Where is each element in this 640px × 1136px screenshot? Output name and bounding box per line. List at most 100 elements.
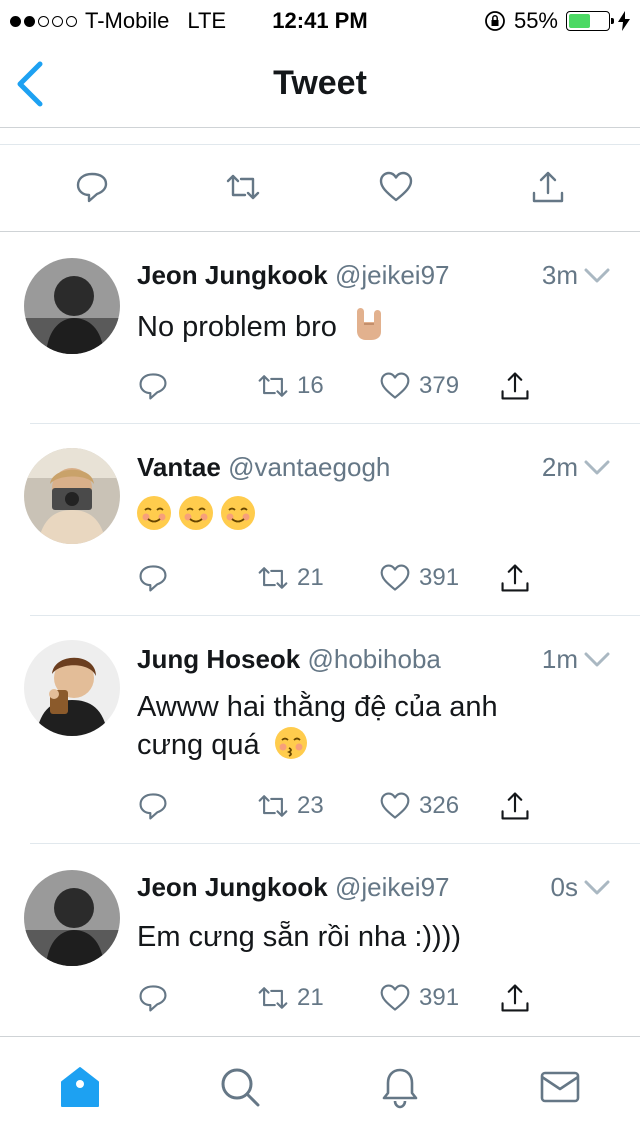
messages-icon bbox=[540, 1071, 580, 1103]
tweet-header: Jeon Jungkook @jeikei97 0s bbox=[137, 872, 640, 903]
retweet-icon bbox=[258, 567, 288, 589]
timestamp: 3m bbox=[541, 260, 578, 290]
retweet-button[interactable]: 23 bbox=[257, 786, 324, 826]
reply-icon bbox=[139, 985, 167, 1012]
notifications-icon bbox=[382, 1068, 418, 1109]
tweet-text bbox=[137, 496, 610, 534]
timestamp: 2m bbox=[541, 452, 578, 482]
heart-icon bbox=[380, 792, 410, 819]
charging-bolt-icon bbox=[618, 11, 630, 31]
tab-bar bbox=[0, 1036, 640, 1136]
status-right: 55% bbox=[484, 8, 630, 34]
like-button[interactable]: 326 bbox=[379, 786, 459, 826]
reply-button[interactable] bbox=[137, 558, 169, 598]
author-name[interactable]: Vantae bbox=[137, 452, 221, 482]
chevron-down-icon[interactable] bbox=[584, 268, 610, 284]
reply-tweet[interactable]: Jeon Jungkook @jeikei97 3m No problem br… bbox=[0, 232, 640, 424]
like-button[interactable]: 391 bbox=[379, 978, 459, 1018]
tweet-header: Vantae @vantaegogh 2m bbox=[137, 452, 640, 483]
reply-tweet[interactable]: Vantae @vantaegogh 2m 21 391 bbox=[0, 424, 640, 616]
share-button[interactable] bbox=[499, 366, 531, 406]
battery-icon bbox=[566, 11, 614, 31]
chevron-down-icon[interactable] bbox=[584, 652, 610, 668]
reply-icon bbox=[76, 172, 108, 203]
tweet-text: Em cưng sẵn rồi nha :)))) bbox=[137, 921, 462, 953]
share-button[interactable] bbox=[499, 786, 531, 826]
heart-icon bbox=[380, 564, 410, 591]
share-icon bbox=[501, 984, 529, 1012]
main-like-button[interactable] bbox=[378, 169, 414, 205]
like-button[interactable]: 391 bbox=[379, 558, 459, 598]
tab-messages[interactable] bbox=[538, 1065, 582, 1109]
avatar[interactable] bbox=[24, 870, 120, 966]
author-handle: @vantaegogh bbox=[228, 452, 391, 482]
reply-button[interactable] bbox=[137, 366, 169, 406]
page-title: Tweet bbox=[273, 64, 367, 102]
share-icon bbox=[532, 171, 564, 203]
orientation-lock-icon bbox=[485, 11, 505, 31]
like-count: 391 bbox=[419, 564, 460, 591]
tweet-header: Jeon Jungkook @jeikei97 3m bbox=[137, 260, 640, 291]
author-handle: @jeikei97 bbox=[334, 872, 450, 902]
retweet-button[interactable]: 21 bbox=[257, 978, 324, 1018]
tweet-text-content: No problem bro bbox=[137, 311, 337, 343]
retweet-count: 21 bbox=[297, 564, 324, 591]
tab-notifications[interactable] bbox=[378, 1065, 422, 1109]
avatar-photo bbox=[24, 448, 120, 544]
retweet-count: 16 bbox=[297, 372, 324, 399]
kissing-face-emoji-icon bbox=[274, 727, 307, 759]
heart-icon bbox=[380, 984, 410, 1011]
reply-tweet[interactable]: Jung Hoseok @hobihoba 1m Awww hai thằng … bbox=[0, 616, 640, 844]
tab-home[interactable] bbox=[58, 1065, 102, 1109]
timestamp: 0s bbox=[550, 872, 578, 902]
retweet-button[interactable]: 21 bbox=[257, 558, 324, 598]
tweet-actions: 16 379 bbox=[137, 366, 537, 406]
retweet-icon bbox=[258, 987, 288, 1009]
tweet-text: Awww hai thằng đệ của anh cưng quá bbox=[137, 688, 610, 764]
like-count: 326 bbox=[419, 792, 460, 819]
avatar-photo bbox=[24, 258, 120, 354]
author-name[interactable]: Jeon Jungkook bbox=[137, 872, 328, 902]
tweet-actions: 23 326 bbox=[137, 786, 537, 826]
nav-bar: Tweet bbox=[0, 40, 640, 128]
tweet-actions: 21 391 bbox=[137, 558, 537, 598]
smiling-face-emoji-icon bbox=[179, 496, 213, 530]
tweet-actions: 21 391 bbox=[137, 978, 537, 1018]
author-handle: @hobihoba bbox=[307, 644, 441, 674]
status-bar: T-Mobile LTE 12:41 PM 55% bbox=[0, 0, 640, 40]
retweet-count: 23 bbox=[297, 792, 324, 819]
tweet-text-line-2: cưng quá bbox=[137, 726, 610, 764]
tweet-text-line: Awww hai thằng đệ của anh bbox=[137, 691, 498, 723]
reply-icon bbox=[139, 373, 167, 400]
tweet-text-line: cưng quá bbox=[137, 729, 260, 761]
reply-icon bbox=[139, 565, 167, 592]
share-icon bbox=[501, 372, 529, 400]
chevron-down-icon[interactable] bbox=[584, 880, 610, 896]
main-reply-button[interactable] bbox=[74, 169, 110, 205]
chevron-down-icon[interactable] bbox=[584, 460, 610, 476]
share-button[interactable] bbox=[499, 558, 531, 598]
tab-search[interactable] bbox=[218, 1065, 262, 1109]
retweet-button[interactable]: 16 bbox=[257, 366, 324, 406]
tweet-header: Jung Hoseok @hobihoba 1m bbox=[137, 644, 640, 675]
reply-tweet[interactable]: Jeon Jungkook @jeikei97 0s Em cưng sẵn r… bbox=[0, 844, 640, 1036]
avatar[interactable] bbox=[24, 258, 120, 354]
like-button[interactable]: 379 bbox=[379, 366, 459, 406]
author-name[interactable]: Jeon Jungkook bbox=[137, 260, 328, 290]
reply-button[interactable] bbox=[137, 786, 169, 826]
tweet-text: No problem bro bbox=[137, 306, 610, 346]
avatar-photo bbox=[24, 640, 120, 736]
main-retweet-button[interactable] bbox=[225, 169, 261, 205]
author-handle: @jeikei97 bbox=[334, 260, 450, 290]
like-count: 379 bbox=[419, 372, 460, 399]
author-name[interactable]: Jung Hoseok bbox=[137, 644, 300, 674]
home-icon bbox=[61, 1067, 99, 1107]
heart-icon bbox=[380, 372, 410, 399]
smiling-face-emoji-icon bbox=[137, 496, 171, 530]
share-icon bbox=[501, 792, 529, 820]
reply-button[interactable] bbox=[137, 978, 169, 1018]
avatar[interactable] bbox=[24, 640, 120, 736]
avatar[interactable] bbox=[24, 448, 120, 544]
main-share-button[interactable] bbox=[530, 169, 566, 205]
share-button[interactable] bbox=[499, 978, 531, 1018]
